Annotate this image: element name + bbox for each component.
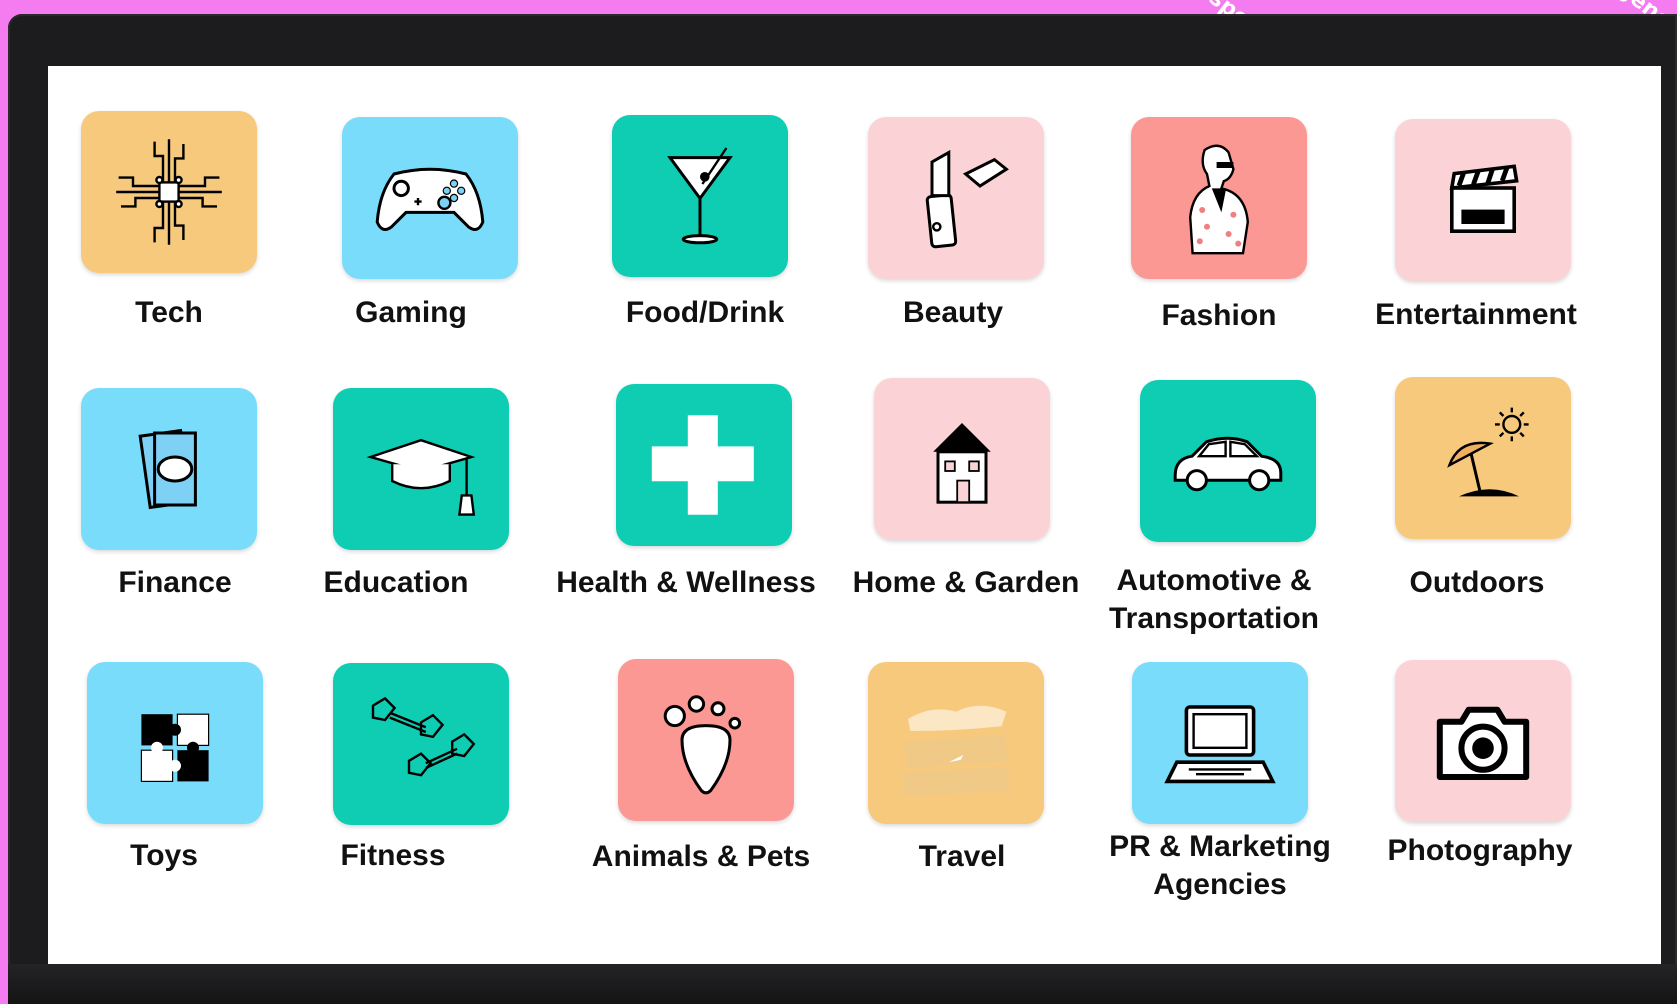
category-tile-health-wellness[interactable] xyxy=(616,384,792,546)
medical-cross-icon xyxy=(650,414,755,516)
category-tile-beauty[interactable] xyxy=(868,117,1044,279)
cocktail-icon xyxy=(667,147,733,245)
category-tile-animals-pets[interactable] xyxy=(618,659,794,821)
beach-umbrella-icon xyxy=(1447,407,1529,497)
category-tile-fitness[interactable] xyxy=(333,663,509,825)
category-tile-entertainment[interactable] xyxy=(1395,119,1571,281)
graduation-cap-icon xyxy=(366,438,476,516)
monitor-frame: Tech Gaming Food/Drink Beauty Fashion En… xyxy=(8,14,1677,1004)
category-tile-photography[interactable] xyxy=(1395,660,1571,822)
money-icon xyxy=(138,428,197,510)
category-tile-gaming[interactable] xyxy=(342,117,518,279)
category-tile-education[interactable] xyxy=(333,388,509,550)
category-tile-fashion[interactable] xyxy=(1131,117,1307,279)
category-label: Automotive & xyxy=(1116,564,1312,597)
paw-icon xyxy=(663,695,742,795)
category-label: Transportation xyxy=(1108,602,1319,635)
category-label: Home & Garden xyxy=(852,566,1080,599)
category-tile-toys[interactable] xyxy=(87,662,263,824)
category-label: Health & Wellness xyxy=(556,566,816,599)
category-label: Beauty xyxy=(902,296,1004,329)
laptop-icon xyxy=(1164,705,1276,784)
car-icon xyxy=(1173,436,1283,492)
category-label: Travel xyxy=(918,840,1006,873)
category-label: Tech xyxy=(135,296,203,329)
category-tile-travel[interactable] xyxy=(868,662,1044,824)
category-label: Fitness xyxy=(340,839,446,872)
category-label: Gaming xyxy=(355,296,467,329)
category-label: Food/Drink xyxy=(625,296,785,329)
category-tile-automotive[interactable] xyxy=(1140,380,1316,542)
category-label: PR & Marketing xyxy=(1109,830,1331,863)
category-label: Toys xyxy=(130,839,198,872)
category-grid: Tech Gaming Food/Drink Beauty Fashion En… xyxy=(48,66,1661,976)
category-tile-pr-marketing[interactable] xyxy=(1132,662,1308,824)
monitor-bezel xyxy=(8,964,1677,1004)
airplane-icon xyxy=(902,705,1010,797)
category-label: Fashion xyxy=(1161,299,1277,332)
category-label: Outdoors xyxy=(1409,566,1545,599)
circuit-icon xyxy=(116,139,222,245)
clapperboard-icon xyxy=(1449,164,1519,233)
puzzle-icon xyxy=(140,713,210,782)
category-label: Photography xyxy=(1387,834,1573,867)
category-tile-home-garden[interactable] xyxy=(874,378,1050,540)
category-tile-food-drink[interactable] xyxy=(612,115,788,277)
gamepad-icon xyxy=(375,167,485,231)
category-label: Education xyxy=(323,566,469,599)
category-tile-outdoors[interactable] xyxy=(1395,377,1571,539)
lipstick-icon xyxy=(925,149,1009,249)
category-tile-tech[interactable] xyxy=(81,111,257,273)
category-label: Agencies xyxy=(1153,868,1287,901)
category-label: Animals & Pets xyxy=(591,840,811,873)
house-icon xyxy=(933,423,991,504)
camera-icon xyxy=(1436,706,1530,780)
dumbbell-icon xyxy=(371,696,476,777)
category-label: Entertainment xyxy=(1375,298,1577,331)
category-tile-finance[interactable] xyxy=(81,388,257,550)
fashion-woman-icon xyxy=(1188,144,1250,255)
